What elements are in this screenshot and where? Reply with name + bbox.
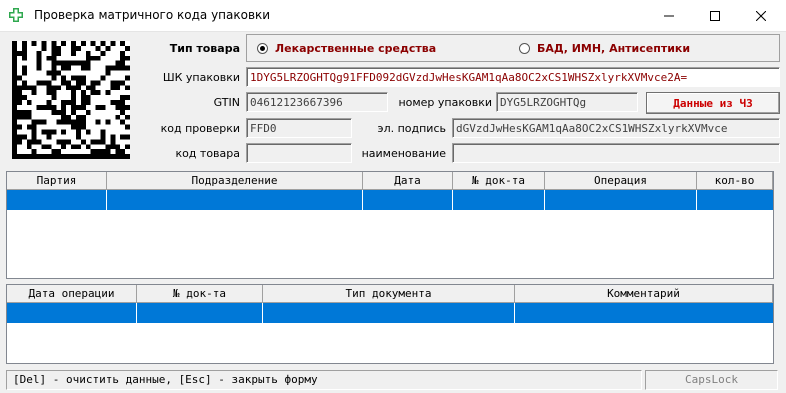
col-department[interactable]: Подразделение	[107, 172, 363, 190]
radio-unselected-indicator	[519, 43, 530, 54]
product-name-field[interactable]	[452, 143, 780, 163]
operations-grid-header: Дата операции № док-та Тип документа Ком…	[7, 285, 773, 303]
barcode-label: ШК упаковки	[162, 71, 240, 84]
col-doc-number[interactable]: № док-та	[453, 172, 545, 190]
maximize-icon	[710, 10, 720, 21]
pharmacy-cross-icon	[9, 8, 23, 22]
table-row[interactable]	[7, 190, 773, 210]
package-number-label: номер упаковки	[398, 96, 492, 109]
product-name-label: наименование	[361, 147, 446, 160]
col-comment[interactable]: Комментарий	[515, 285, 773, 303]
col-doc-type[interactable]: Тип документа	[263, 285, 515, 303]
batches-grid[interactable]: Партия Подразделение Дата № док-та Опера…	[6, 171, 774, 279]
col-quantity[interactable]: кол-во	[697, 172, 773, 190]
check-code-field[interactable]: FFD0	[246, 118, 352, 138]
radio-supplements-label: БАД, ИМН, Антисептики	[537, 42, 691, 55]
check-code-label: код проверки	[160, 122, 240, 135]
table-row[interactable]	[7, 303, 773, 323]
product-type-label: Тип товара	[169, 42, 240, 55]
package-number-field[interactable]: DYG5LRZOGHTQg	[496, 92, 638, 112]
col-operation-date[interactable]: Дата операции	[7, 285, 137, 303]
status-hint: [Del] - очистить данные, [Esc] - закрыть…	[6, 370, 642, 390]
product-code-field[interactable]	[246, 143, 352, 163]
batches-grid-header: Партия Подразделение Дата № док-та Опера…	[7, 172, 773, 190]
radio-selected-indicator	[257, 43, 268, 54]
col-batch[interactable]: Партия	[7, 172, 107, 190]
col-doc-number-2[interactable]: № док-та	[137, 285, 263, 303]
signature-field[interactable]: dGVzdJwHesKGAM1qAa8OC2xCS1WHSZxlyrkXVMvc…	[452, 118, 780, 138]
capslock-indicator: CapsLock	[645, 370, 778, 390]
gtin-field[interactable]: 04612123667396	[246, 92, 388, 112]
form-client-area: Тип товара Лекарственные средства БАД, И…	[4, 34, 780, 389]
product-code-label: код товара	[175, 147, 240, 160]
status-bar: [Del] - очистить данные, [Esc] - закрыть…	[4, 370, 780, 390]
title-bar: Проверка матричного кода упаковки	[0, 0, 786, 32]
col-date[interactable]: Дата	[363, 172, 453, 190]
radio-medicines-label: Лекарственные средства	[275, 42, 437, 55]
minimize-icon	[664, 15, 674, 16]
radio-supplements[interactable]: БАД, ИМН, Антисептики	[519, 42, 690, 55]
barcode-input[interactable]: 1DYG5LRZOGHTQg91FFD092dGVzdJwHesKGAM1qAa…	[246, 67, 780, 87]
datamatrix-code-image	[12, 41, 130, 159]
radio-medicines[interactable]: Лекарственные средства	[257, 42, 436, 55]
maximize-button[interactable]	[692, 0, 738, 31]
close-button[interactable]	[738, 0, 784, 31]
col-operation[interactable]: Операция	[545, 172, 697, 190]
minimize-button[interactable]	[646, 0, 692, 31]
code-details-panel: Тип товара Лекарственные средства БАД, И…	[6, 34, 782, 164]
window-title: Проверка матричного кода упаковки	[34, 8, 271, 22]
operations-grid[interactable]: Дата операции № док-та Тип документа Ком…	[6, 284, 774, 364]
gtin-label: GTIN	[213, 96, 240, 109]
close-icon	[756, 10, 766, 21]
signature-label: эл. подпись	[377, 122, 446, 135]
cz-data-button[interactable]: Данные из ЧЗ	[646, 92, 780, 114]
product-type-group: Лекарственные средства БАД, ИМН, Антисеп…	[246, 34, 780, 62]
